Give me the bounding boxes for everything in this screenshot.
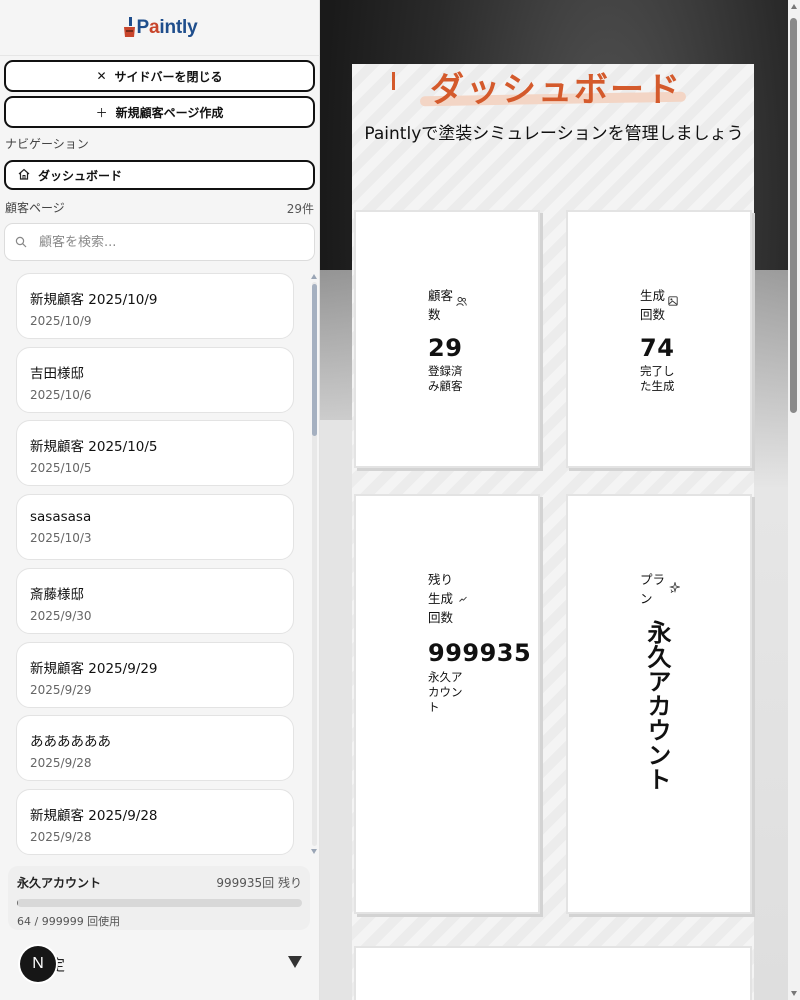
scroll-down-arrow-icon[interactable] <box>311 849 317 854</box>
customer-date: 2025/10/5 <box>30 461 92 475</box>
customer-card[interactable]: 斎藤様邸 2025/9/30 <box>16 568 294 634</box>
dropdown-triangle-icon[interactable] <box>288 956 302 968</box>
customer-search[interactable] <box>4 223 315 261</box>
users-icon <box>456 296 467 310</box>
plan-usage: 64 / 999999 回使用 <box>17 915 121 928</box>
stat-card-generations: 生成回数 74 完了した生成 <box>566 210 752 468</box>
logo-text: Paintly <box>136 16 198 38</box>
customer-card[interactable]: 新規顧客 2025/9/28 2025/9/28 <box>16 789 294 855</box>
stat-card-plan: プラン 永久アカウント <box>566 494 752 914</box>
customer-name: 吉田様邸 <box>30 366 84 382</box>
customer-date: 2025/9/29 <box>30 683 92 697</box>
stat-generations-sub: 完了した生成 <box>640 364 675 393</box>
usage-progress-bar <box>17 899 302 907</box>
customer-card[interactable]: 吉田様邸 2025/10/6 <box>16 347 294 413</box>
sidebar: Paintly ✕ サイドバーを閉じる ＋ 新規顧客ページ作成 ナビゲーション … <box>0 0 320 1000</box>
stat-remaining-sub: 永久アカウント <box>428 670 463 714</box>
page-title: ダッシュボード <box>430 70 682 110</box>
customer-card[interactable]: ああああああ 2025/9/28 <box>16 715 294 781</box>
customer-date: 2025/9/28 <box>30 830 92 844</box>
customer-name: 新規顧客 2025/10/9 <box>30 292 158 308</box>
stat-card-remaining: 残り生成回数 999935 永久アカウント <box>354 494 540 914</box>
customer-card[interactable]: sasasasa 2025/10/3 <box>16 494 294 560</box>
stat-remaining-label: 残り生成回数 <box>428 572 454 625</box>
close-sidebar-button[interactable]: ✕ サイドバーを閉じる <box>4 60 315 92</box>
new-customer-button[interactable]: ＋ 新規顧客ページ作成 <box>4 96 315 128</box>
image-icon <box>668 296 678 309</box>
nav-dashboard-label: ダッシュボード <box>38 168 123 183</box>
customer-list-scrollbar[interactable] <box>310 272 318 856</box>
plus-icon: ＋ <box>95 105 108 120</box>
customer-card[interactable]: 新規顧客 2025/10/9 2025/10/9 <box>16 273 294 339</box>
plan-remaining: 999935回 残り <box>216 876 302 890</box>
app-logo[interactable]: Paintly <box>0 0 320 56</box>
customer-name: ああああああ <box>30 734 111 750</box>
stat-customers-value: 29 <box>428 334 463 362</box>
close-icon: ✕ <box>96 69 107 83</box>
customer-name: 新規顧客 2025/9/28 <box>30 808 158 824</box>
title-accent-bar <box>392 72 395 90</box>
customer-heading: 顧客ページ <box>5 201 65 215</box>
customer-name: sasasasa <box>30 509 92 525</box>
page-scrollbar[interactable] <box>788 0 800 1000</box>
plan-usage-box: 永久アカウント 999935回 残り 64 / 999999 回使用 <box>8 866 310 930</box>
plan-name: 永久アカウント <box>17 876 102 890</box>
new-customer-label: 新規顧客ページ作成 <box>115 105 224 120</box>
paint-brush-logo-icon <box>123 16 137 39</box>
settings-menu[interactable]: 定 N <box>20 946 310 982</box>
stat-card-customers: 顧客数 29 登録済み顧客 <box>354 210 540 468</box>
customer-date: 2025/10/6 <box>30 388 92 402</box>
customer-date: 2025/9/30 <box>30 609 92 623</box>
nav-item-dashboard[interactable]: ダッシュボード <box>4 160 315 190</box>
stat-generations-value: 74 <box>640 334 675 362</box>
customer-name: 新規顧客 2025/10/5 <box>30 439 158 455</box>
sparkles-icon <box>669 581 681 596</box>
nav-heading: ナビゲーション <box>5 137 89 151</box>
customer-date: 2025/10/9 <box>30 314 92 328</box>
avatar[interactable]: N <box>20 946 56 982</box>
scrollbar-thumb[interactable] <box>312 284 317 436</box>
page-scroll-thumb[interactable] <box>790 18 797 413</box>
customer-date: 2025/10/3 <box>30 531 92 545</box>
scroll-up-arrow-icon[interactable] <box>311 274 317 279</box>
stat-customers-sub: 登録済み顧客 <box>428 364 463 393</box>
stat-plan-value: 永久アカウント <box>643 620 671 792</box>
page-scroll-up-icon[interactable] <box>791 4 797 9</box>
usage-progress-fill <box>17 899 19 907</box>
customer-card[interactable]: 新規顧客 2025/10/5 2025/10/5 <box>16 420 294 486</box>
customer-name: 新規顧客 2025/9/29 <box>30 661 158 677</box>
customer-card[interactable]: 新規顧客 2025/9/29 2025/9/29 <box>16 642 294 708</box>
search-icon <box>15 233 27 252</box>
customer-date: 2025/9/28 <box>30 756 92 770</box>
stat-generations-label: 生成回数 <box>640 288 666 322</box>
trend-icon <box>459 592 467 605</box>
page-scroll-down-icon[interactable] <box>791 991 797 996</box>
stat-card-next <box>354 946 752 1000</box>
search-input[interactable] <box>39 234 279 250</box>
stat-plan-label: プラン <box>640 572 666 606</box>
customer-count: 29件 <box>286 202 314 216</box>
page-subtitle: Paintlyで塗装シミュレーションを管理しましょう <box>364 124 744 144</box>
stat-customers-label: 顧客数 <box>428 288 454 322</box>
customer-name: 斎藤様邸 <box>30 587 84 603</box>
stat-remaining-value: 999935 <box>428 639 532 667</box>
customer-list: 新規顧客 2025/10/9 2025/10/9 吉田様邸 2025/10/6 … <box>0 268 320 856</box>
home-icon <box>18 168 30 183</box>
close-sidebar-label: サイドバーを閉じる <box>114 69 223 84</box>
